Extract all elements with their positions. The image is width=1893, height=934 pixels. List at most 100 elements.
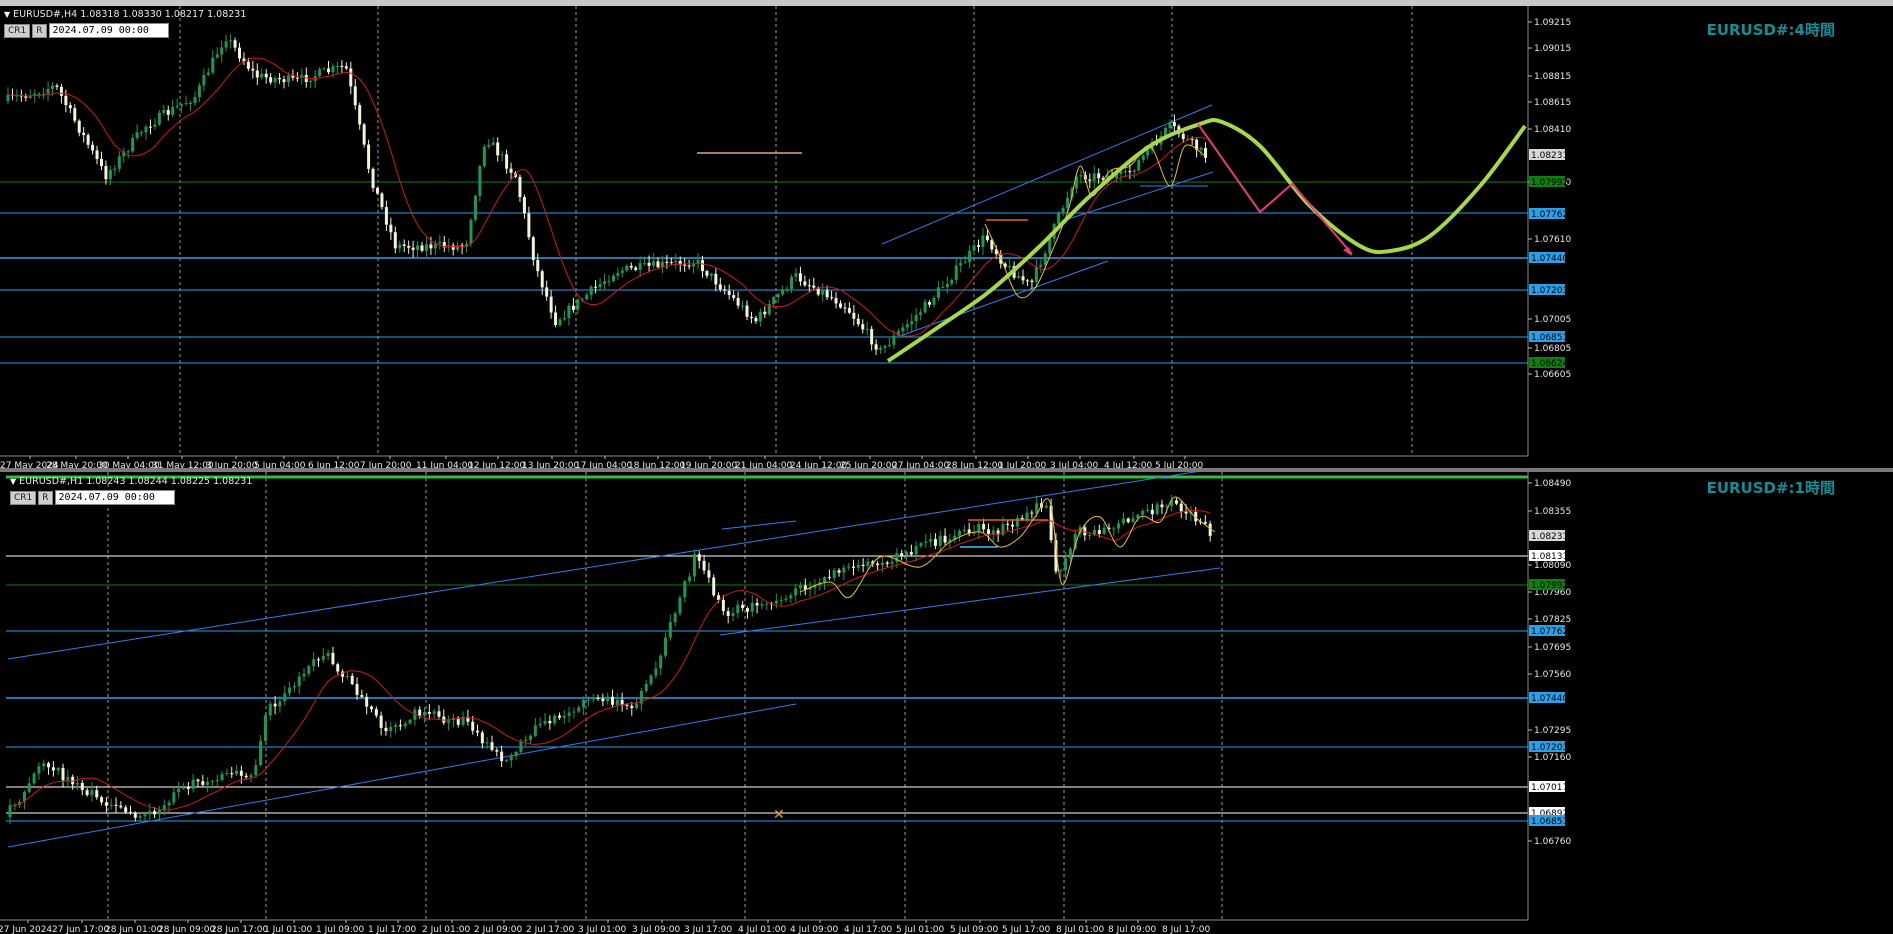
- candle-body: [1123, 171, 1127, 173]
- time-tick-label: 5 Jul 09:00: [950, 925, 999, 934]
- candle-body: [959, 262, 963, 266]
- candle-body: [880, 562, 884, 566]
- h4-chart-canvas[interactable]: 1.092151.090151.088151.086151.084101.080…: [0, 6, 1893, 468]
- candle-body: [688, 576, 692, 582]
- candle-body: [936, 287, 940, 298]
- candles: [8, 494, 1212, 825]
- candle-body: [496, 142, 500, 156]
- candle-body: [469, 219, 473, 244]
- candle-body: [380, 193, 384, 208]
- candle-body: [1079, 175, 1083, 177]
- candle-body: [866, 561, 870, 566]
- candle-body: [843, 307, 847, 309]
- time-tick-label: 18 Jun 12:00: [628, 461, 685, 468]
- candle-body: [741, 305, 745, 307]
- candle-body: [27, 783, 31, 792]
- price-tag-label: 1.08231: [1531, 151, 1568, 161]
- candle-body: [545, 287, 549, 297]
- candle-body: [95, 150, 99, 160]
- candle-body: [518, 176, 522, 197]
- price-tag-label: 1.08131: [1531, 552, 1568, 562]
- time-tick-label: 11 Jun 04:00: [416, 461, 473, 468]
- candle-body: [175, 105, 179, 108]
- date-input[interactable]: 2024.07.09 00:00: [54, 490, 175, 505]
- candle-body: [567, 712, 571, 716]
- candle-body: [895, 553, 899, 563]
- candle-body: [589, 286, 593, 295]
- candle-body: [611, 275, 615, 282]
- candle-body: [1150, 509, 1154, 515]
- candle-body: [148, 126, 152, 128]
- time-tick-label: 28 Jun 12:00: [946, 461, 1003, 468]
- cr-button[interactable]: CR1: [10, 490, 37, 505]
- candle-body: [933, 539, 937, 546]
- candle-body: [1030, 512, 1034, 514]
- time-tick-label: 4 Jul 09:00: [790, 925, 839, 934]
- candle-body: [331, 652, 335, 665]
- candle-body: [1057, 213, 1061, 225]
- candle-body: [505, 154, 509, 169]
- trend-line[interactable]: [719, 567, 1221, 636]
- price-level-tags: 1.08231 1.07992 1.07762 1.07440 1.07203 1.068…: [1529, 149, 1568, 369]
- trend-line[interactable]: [7, 703, 797, 848]
- price-tag-label: 1.07203: [1531, 286, 1568, 296]
- candle-body: [90, 790, 94, 796]
- candle-body: [283, 693, 287, 702]
- candle-body: [1030, 280, 1034, 282]
- candle-body: [432, 711, 436, 714]
- h4-chart-pane[interactable]: 1.092151.090151.088151.086151.084101.080…: [0, 0, 1893, 468]
- candle-body: [972, 245, 976, 251]
- time-tick-label: 2 Jul 17:00: [526, 925, 575, 934]
- candle-body: [119, 805, 123, 808]
- candle-body: [919, 543, 923, 547]
- r-button[interactable]: R: [32, 23, 47, 38]
- h1-symbol-header: ▼ EURUSD#,H1 1.08243 1.08244 1.08225 1.08…: [10, 476, 252, 487]
- collapse-triangle-icon[interactable]: ▼: [4, 10, 10, 19]
- candle-body: [668, 622, 672, 638]
- candle-body: [798, 585, 802, 589]
- candle-body: [1204, 148, 1208, 158]
- candle-body: [193, 96, 197, 104]
- h1-chart-canvas[interactable]: ✕1.084901.083551.080901.079601.078251.07…: [0, 472, 1893, 934]
- candle-body: [765, 603, 769, 605]
- candle-body: [696, 260, 700, 264]
- r-button[interactable]: R: [38, 490, 53, 505]
- candle-body: [135, 132, 139, 138]
- candle-body: [905, 552, 909, 556]
- candle-body: [309, 81, 313, 83]
- candle-body: [723, 289, 727, 291]
- candle-body: [594, 286, 598, 288]
- candle-body: [977, 523, 981, 532]
- candle-body: [1066, 197, 1070, 209]
- candle-body: [288, 687, 292, 694]
- h4-chart-title: EURUSD#:4時間: [1706, 21, 1835, 39]
- date-input[interactable]: 2024.07.09 00:00: [48, 23, 169, 38]
- candle-body: [576, 299, 580, 310]
- collapse-triangle-icon[interactable]: ▼: [10, 477, 16, 486]
- candle-body: [968, 250, 972, 262]
- time-tick-label: 27 Jun 17:00: [52, 925, 109, 934]
- candle-body: [721, 600, 725, 612]
- trend-line[interactable]: [721, 520, 797, 530]
- candle-body: [1181, 133, 1185, 139]
- candle-body: [1025, 512, 1029, 520]
- price-tick-label: 1.08090: [1534, 561, 1571, 571]
- candle-body: [504, 760, 508, 762]
- candle-body: [295, 77, 299, 79]
- price-tag-label: 1.08231: [1531, 532, 1568, 542]
- candle-body: [490, 742, 494, 751]
- time-tick-label: 1 Jul 20:00: [998, 461, 1047, 468]
- candle-body: [963, 261, 967, 263]
- candle-body: [856, 318, 860, 325]
- candle-body: [157, 112, 161, 125]
- time-tick-label: 12 Jun 12:00: [468, 461, 525, 468]
- candle-body: [1121, 518, 1125, 524]
- candle-body: [302, 673, 306, 677]
- candle-body: [664, 637, 668, 656]
- cr-button[interactable]: CR1: [4, 23, 31, 38]
- time-tick-label: 7 Jun 20:00: [360, 461, 412, 468]
- h1-chart-pane[interactable]: ✕ 1.08490 1.08355 1.08090 1.07960 1.07825 1.07…: [0, 468, 1893, 934]
- h4-header-text: EURUSD#,H4 1.08318 1.08330 1.08217 1.082…: [13, 9, 247, 20]
- candle-body: [827, 577, 831, 579]
- candle-body: [482, 146, 486, 167]
